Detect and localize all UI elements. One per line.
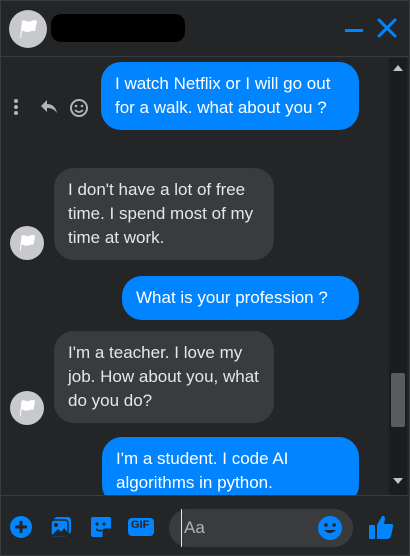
plus-circle-icon	[10, 516, 32, 538]
flag-icon	[20, 20, 37, 38]
contact-name[interactable]	[51, 14, 185, 42]
emoji-icon	[318, 516, 342, 540]
message-outgoing[interactable]: I'm a student. I code AI algorithms in p…	[102, 437, 359, 495]
message-outgoing[interactable]: What is your profession ?	[122, 276, 359, 320]
message-outgoing[interactable]: I watch Netflix or I will go out for a w…	[101, 62, 359, 130]
flag-icon	[19, 400, 36, 417]
minimize-icon	[345, 29, 363, 32]
gif-button[interactable]: GIF	[127, 515, 155, 539]
message-actions	[13, 98, 93, 118]
scroll-up-arrow-icon[interactable]	[393, 65, 403, 71]
message-incoming[interactable]: I don't have a lot of free time. I spend…	[54, 168, 274, 260]
avatar	[10, 391, 44, 425]
chat-window: I watch Netflix or I will go out for a w…	[0, 0, 410, 556]
avatar[interactable]	[9, 10, 47, 48]
minimize-button[interactable]	[343, 19, 365, 41]
gif-label: GIF	[131, 519, 150, 531]
add-button[interactable]	[9, 515, 33, 539]
message-incoming[interactable]: I'm a teacher. I love my job. How about …	[54, 331, 274, 423]
more-options-icon[interactable]	[13, 98, 19, 121]
close-button[interactable]	[375, 16, 399, 40]
close-icon	[377, 18, 397, 38]
message-input[interactable]	[181, 509, 311, 547]
photo-button[interactable]	[49, 515, 73, 539]
scrollbar[interactable]	[389, 58, 407, 495]
like-button[interactable]	[367, 513, 395, 541]
composer: GIF	[1, 495, 409, 555]
gallery-icon	[50, 517, 71, 538]
emoji-button[interactable]	[317, 515, 343, 541]
chat-header	[1, 1, 409, 57]
sticker-button[interactable]	[89, 515, 113, 539]
react-icon[interactable]	[69, 98, 89, 123]
message-input-box[interactable]	[169, 509, 353, 547]
reply-icon[interactable]	[39, 98, 59, 121]
message-list[interactable]: I watch Netflix or I will go out for a w…	[1, 58, 391, 495]
sticker-icon	[91, 517, 111, 537]
avatar	[10, 226, 44, 260]
scroll-thumb[interactable]	[391, 373, 405, 427]
flag-icon	[19, 235, 36, 252]
thumbs-up-icon	[369, 515, 394, 539]
scroll-down-arrow-icon[interactable]	[393, 478, 403, 484]
